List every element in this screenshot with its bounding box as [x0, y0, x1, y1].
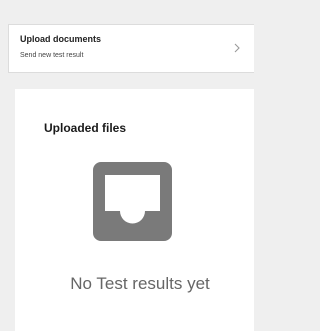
- uploaded-files-title: Uploaded files: [44, 121, 127, 135]
- uploaded-files-panel: Uploaded files No Test results yet: [15, 89, 254, 331]
- empty-state-message: No Test results yet: [70, 274, 210, 293]
- upload-documents-title: Upload documents: [20, 34, 102, 44]
- inbox-tray-icon: [93, 162, 172, 241]
- chevron-right-icon: [232, 41, 242, 55]
- upload-documents-card[interactable]: Upload documents Send new test result: [8, 24, 254, 73]
- upload-documents-subtitle: Send new test result: [20, 52, 84, 59]
